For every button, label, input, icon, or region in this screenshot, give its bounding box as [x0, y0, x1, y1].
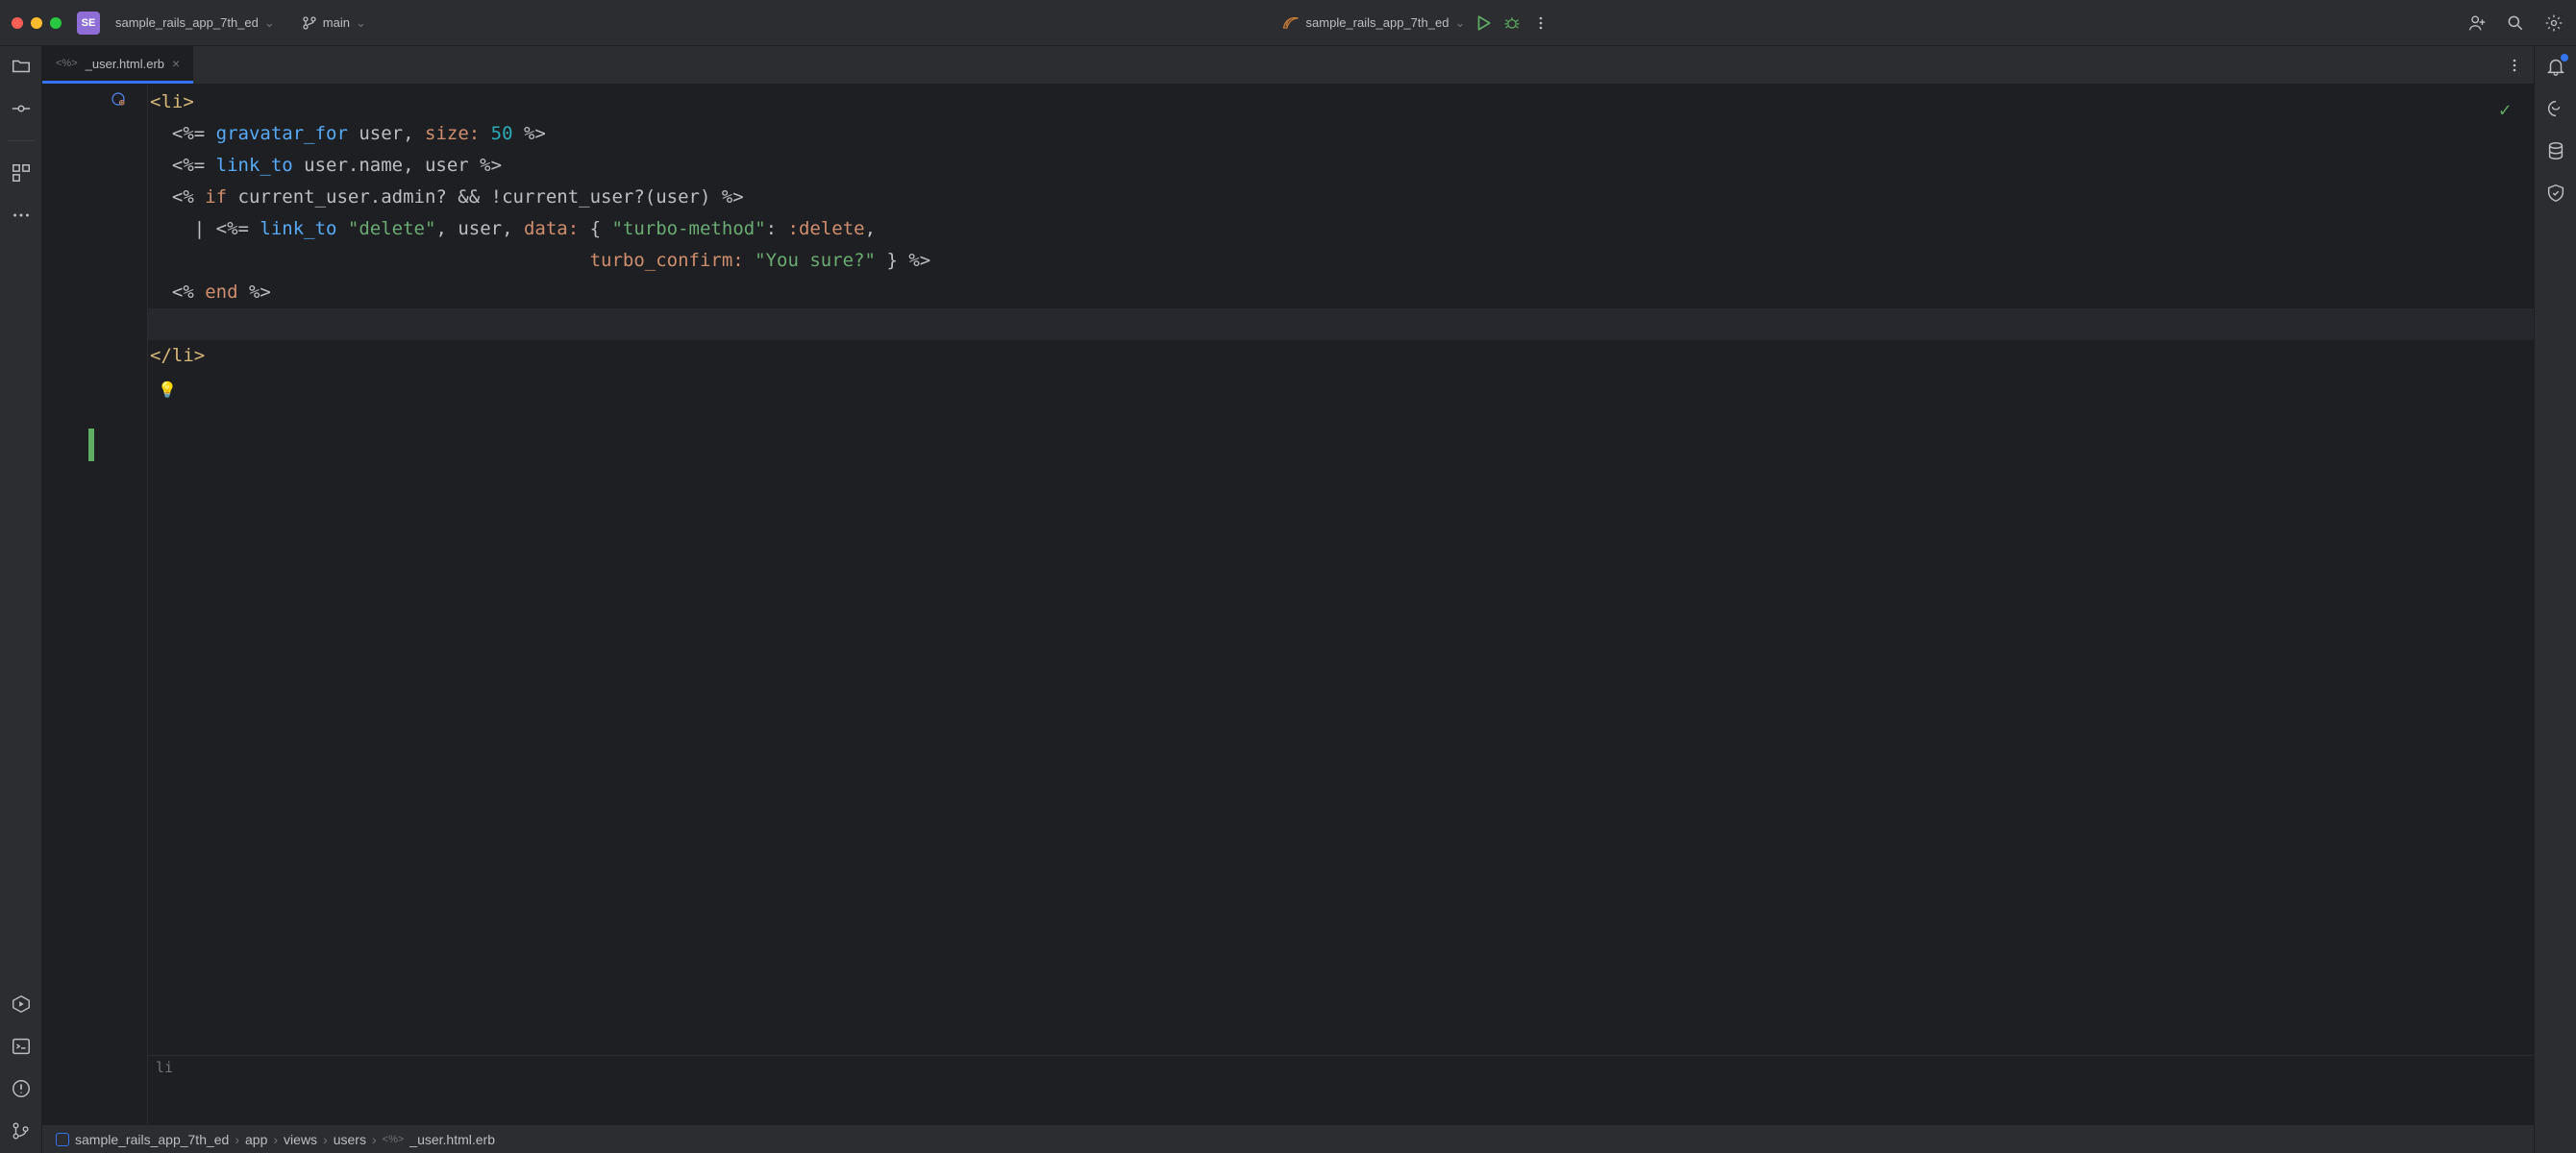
- branch-name: main: [323, 15, 350, 30]
- run-config-selector[interactable]: sample_rails_app_7th_ed ⌄: [1281, 13, 1466, 33]
- navigation-breadcrumbs: sample_rails_app_7th_ed › app › views › …: [42, 1124, 2534, 1153]
- right-tool-rail: [2534, 46, 2576, 1153]
- minimize-window-button[interactable]: [31, 17, 42, 29]
- close-window-button[interactable]: [12, 17, 23, 29]
- notification-dot: [2561, 54, 2568, 61]
- branch-selector[interactable]: main ⌄: [302, 15, 366, 31]
- breadcrumb-item[interactable]: sample_rails_app_7th_ed: [75, 1132, 229, 1147]
- run-config-name: sample_rails_app_7th_ed: [1306, 15, 1449, 30]
- editor-gutter: 💡: [42, 85, 148, 1124]
- chevron-right-icon: ›: [235, 1132, 239, 1147]
- search-button[interactable]: [2505, 12, 2526, 34]
- breadcrumb-item[interactable]: users: [334, 1132, 366, 1147]
- inspection-ok-icon[interactable]: ✓: [2499, 94, 2511, 126]
- tab-options-icon[interactable]: [2507, 46, 2534, 84]
- erb-filetype-icon: <%>: [383, 1134, 405, 1145]
- ai-assist-gutter-icon[interactable]: [110, 90, 127, 108]
- git-branch-icon: [302, 15, 317, 31]
- erb-filetype-icon: <%>: [56, 58, 78, 69]
- vcs-tool-icon[interactable]: [11, 1120, 32, 1141]
- more-run-options[interactable]: [1530, 12, 1551, 34]
- close-tab-icon[interactable]: ×: [172, 56, 180, 71]
- project-name: sample_rails_app_7th_ed: [115, 15, 259, 30]
- left-tool-rail: [0, 46, 42, 1153]
- chevron-down-icon: ⌄: [356, 15, 366, 31]
- ai-assistant-icon[interactable]: [2545, 98, 2566, 119]
- editor-breadcrumb[interactable]: li: [148, 1055, 2534, 1080]
- code-with-me-button[interactable]: [2466, 12, 2488, 34]
- chevron-down-icon: ⌄: [264, 15, 275, 31]
- shield-tool-icon[interactable]: [2545, 183, 2566, 204]
- vcs-change-marker[interactable]: [88, 429, 94, 461]
- rails-icon: [1281, 13, 1300, 33]
- notifications-icon[interactable]: [2545, 56, 2566, 77]
- run-button[interactable]: [1473, 12, 1494, 34]
- chevron-right-icon: ›: [372, 1132, 377, 1147]
- debug-button[interactable]: [1501, 12, 1523, 34]
- module-icon: [56, 1133, 69, 1146]
- more-tools-icon[interactable]: [11, 205, 32, 226]
- active-line: [148, 308, 2534, 340]
- chevron-right-icon: ›: [273, 1132, 278, 1147]
- window-controls: [12, 17, 62, 29]
- project-selector[interactable]: sample_rails_app_7th_ed ⌄: [115, 15, 275, 31]
- run-tool-icon[interactable]: [11, 994, 32, 1015]
- code-editor[interactable]: 💡 ✓ <li> <%= gravatar_for user, size: 50…: [42, 85, 2534, 1124]
- breadcrumb-item[interactable]: views: [284, 1132, 317, 1147]
- breadcrumb-item[interactable]: app: [245, 1132, 267, 1147]
- maximize-window-button[interactable]: [50, 17, 62, 29]
- database-tool-icon[interactable]: [2545, 140, 2566, 161]
- project-badge: SE: [77, 12, 100, 35]
- settings-button[interactable]: [2543, 12, 2564, 34]
- terminal-tool-icon[interactable]: [11, 1036, 32, 1057]
- editor-tab-row: <%> _user.html.erb ×: [42, 46, 2534, 85]
- chevron-down-icon: ⌄: [1454, 15, 1465, 31]
- structure-tool-icon[interactable]: [11, 162, 32, 184]
- commit-tool-icon[interactable]: [11, 98, 32, 119]
- editor-tab[interactable]: <%> _user.html.erb ×: [42, 46, 193, 84]
- code-body[interactable]: ✓ <li> <%= gravatar_for user, size: 50 %…: [148, 85, 2534, 1124]
- project-tool-icon[interactable]: [11, 56, 32, 77]
- titlebar: SE sample_rails_app_7th_ed ⌄ main ⌄ samp…: [0, 0, 2576, 46]
- editor-area: <%> _user.html.erb × 💡 ✓ <li> <%= gravat…: [42, 46, 2534, 1153]
- tab-filename: _user.html.erb: [86, 57, 164, 71]
- chevron-right-icon: ›: [323, 1132, 328, 1147]
- problems-tool-icon[interactable]: [11, 1078, 32, 1099]
- breadcrumb-item[interactable]: _user.html.erb: [409, 1132, 495, 1147]
